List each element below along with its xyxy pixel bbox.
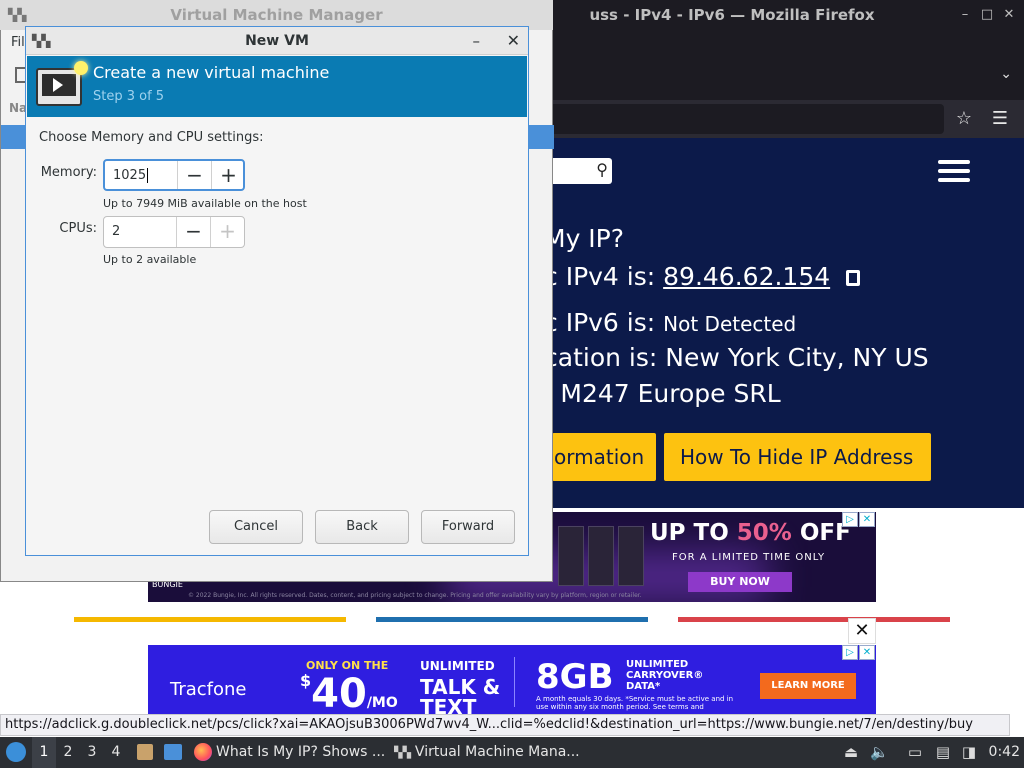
app-menu-icon[interactable]: ☰ (992, 108, 1008, 129)
ad-subheadline: FOR A LIMITED TIME ONLY (672, 552, 826, 563)
workspace-3[interactable]: 3 (80, 737, 104, 768)
workspace-4[interactable]: 4 (104, 737, 128, 768)
network-icon[interactable]: ▭ (906, 743, 924, 761)
minimize-icon[interactable]: – (473, 27, 481, 55)
headline-my-ip: My IP? (544, 224, 625, 253)
ad-headline: UP TO 50% OFF (650, 520, 851, 546)
task-firefox[interactable]: What Is My IP? Shows ... (194, 737, 384, 768)
ad2-price: $40/MO (300, 671, 398, 717)
ad-close-icon[interactable]: ✕ (859, 512, 875, 527)
back-button[interactable]: Back (315, 510, 409, 544)
ad2-unlimited: UNLIMITED (420, 659, 495, 673)
taskbar: 1 2 3 4 What Is My IP? Shows ... ▚▚ Virtu… (0, 737, 1024, 768)
learn-more-button[interactable]: LEARN MORE (760, 673, 856, 699)
site-hamburger-icon[interactable] (938, 160, 970, 182)
volume-icon[interactable]: 🔈 (870, 743, 889, 761)
clipboard-icon[interactable]: ▤ (934, 743, 952, 761)
information-button[interactable]: ormation (552, 433, 656, 481)
game-box-art (558, 526, 584, 586)
workspace-1[interactable]: 1 (32, 737, 56, 768)
card-stripe-blue (376, 617, 648, 622)
ipv4-label: c IPv4 is: (544, 262, 664, 291)
ipv4-address-link[interactable]: 89.46.62.154 (663, 262, 830, 291)
memory-decrement-icon[interactable]: − (177, 161, 211, 189)
bookmark-star-icon[interactable]: ☆ (956, 108, 972, 129)
ad2-fine-print: A month equals 30 days. *Service must be… (536, 695, 734, 711)
ipv4-line: c IPv4 is: 89.46.62.154 (544, 262, 861, 291)
workspace-2[interactable]: 2 (56, 737, 80, 768)
buy-now-button[interactable]: BUY NOW (688, 572, 792, 592)
task-vmm-label: Virtual Machine Mana... (414, 744, 580, 760)
ad2-carryover: UNLIMITED CARRYOVER® DATA* (626, 659, 704, 692)
ad-close-icon[interactable]: ✕ (859, 645, 875, 660)
cpus-stepper[interactable]: 2 − + (103, 216, 245, 248)
wizard-step: Step 3 of 5 (93, 89, 165, 104)
close-ad-icon[interactable]: ✕ (848, 618, 876, 644)
hide-ip-button[interactable]: How To Hide IP Address (664, 433, 931, 481)
link-status-bar: https://adclick.g.doubleclick.net/pcs/cl… (0, 714, 1010, 736)
forward-button[interactable]: Forward (421, 510, 515, 544)
memory-hint: Up to 7949 MiB available on the host (103, 197, 307, 210)
vmm-window-title: Virtual Machine Manager (170, 6, 383, 24)
memory-increment-icon[interactable]: + (211, 161, 245, 189)
cpus-decrement-icon[interactable]: − (176, 217, 210, 247)
eject-icon[interactable]: ⏏ (842, 743, 860, 761)
file-manager-icon[interactable] (137, 744, 153, 760)
search-icon[interactable]: ⚲ (596, 160, 608, 179)
task-vmm[interactable]: ▚▚ Virtual Machine Mana... (394, 737, 594, 768)
ipv6-label: c IPv6 is: (544, 308, 664, 337)
notification-icon[interactable]: ◨ (960, 743, 978, 761)
ad2-divider (514, 657, 515, 707)
firefox-minimize-icon[interactable]: – (954, 0, 976, 30)
vmm-task-icon: ▚▚ (394, 746, 411, 759)
memory-input[interactable]: 1025 (113, 161, 149, 191)
tracfone-logo: Tracfone (170, 679, 247, 700)
ad-fine-print: © 2022 Bungie, Inc. All rights reserved.… (188, 592, 642, 599)
cpus-label: CPUs: (59, 221, 97, 236)
memory-label: Memory: (40, 165, 97, 180)
clock: 0:42 (988, 744, 1020, 760)
new-vm-monitor-icon (36, 61, 88, 106)
ipv6-value: Not Detected (663, 312, 797, 336)
adchoices-icon[interactable]: ▷ (842, 645, 858, 660)
cancel-button[interactable]: Cancel (209, 510, 303, 544)
show-desktop-icon[interactable] (164, 744, 182, 760)
new-vm-dialog: ▚▚ New VM – ✕ Create a new virtual machi… (25, 26, 529, 556)
wizard-title: Create a new virtual machine (93, 63, 330, 82)
game-box-art (588, 526, 614, 586)
isp-line: : M247 Europe SRL (544, 379, 781, 408)
firefox-maximize-icon[interactable]: □ (976, 0, 998, 30)
memory-stepper[interactable]: 1025 − + (103, 159, 245, 191)
wizard-banner: Create a new virtual machine Step 3 of 5 (27, 56, 527, 117)
cpus-increment-icon: + (210, 217, 244, 247)
close-icon[interactable]: ✕ (507, 27, 520, 55)
start-menu-icon[interactable] (6, 742, 26, 762)
tracfone-ad-banner[interactable]: Tracfone ONLY ON THE $40/MO UNLIMITED TA… (148, 645, 876, 717)
dialog-app-icon: ▚▚ (32, 34, 51, 48)
adchoices-icon[interactable]: ▷ (842, 512, 858, 527)
cpus-hint: Up to 2 available (103, 253, 197, 266)
section-heading: Choose Memory and CPU settings: (39, 130, 264, 145)
ad2-data-amount: 8GB (536, 657, 614, 697)
firefox-close-icon[interactable]: ✕ (998, 0, 1020, 30)
ad2-talk-text: TALK & TEXT (420, 675, 501, 717)
ipv6-line: c IPv6 is: Not Detected (544, 308, 796, 337)
dialog-title: New VM (245, 33, 309, 49)
location-line: cation is: New York City, NY US (544, 343, 929, 372)
tab-list-chevron-icon[interactable]: ⌄ (1000, 66, 1012, 82)
dialog-titlebar: ▚▚ New VM – ✕ (26, 27, 528, 55)
copy-icon[interactable] (846, 270, 861, 286)
vmm-file-menu[interactable]: Fil (11, 35, 25, 50)
card-stripe-yellow (74, 617, 346, 622)
task-firefox-label: What Is My IP? Shows ... (216, 744, 384, 760)
card-stripe-red (678, 617, 950, 622)
cpus-input[interactable]: 2 (112, 217, 120, 247)
game-box-art (618, 526, 644, 586)
firefox-icon (194, 743, 212, 761)
vmm-app-icon: ▚▚ (8, 8, 27, 22)
